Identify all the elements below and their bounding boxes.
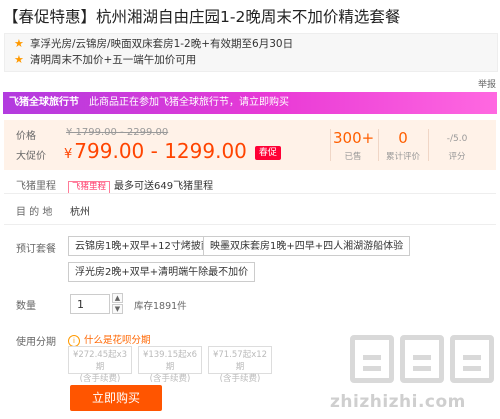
watermark-text: zhizhizhi.com [330, 392, 466, 412]
promo-text: 清明周末不加价+五一端午加价可用 [30, 54, 197, 66]
divider [428, 129, 429, 161]
buy-now-button[interactable]: 立即购买 [70, 385, 162, 411]
installment-note: (含手续费) [79, 374, 121, 384]
destination-value: 杭州 [70, 207, 90, 218]
mileage-row: 飞猪里程 最多可送649飞猪里程 [68, 177, 213, 194]
package-option[interactable]: 映墨双床套房1晚+四早+四人湘湖游船体验 [203, 236, 411, 256]
promo-price-value: 799.00 - 1299.00 [74, 139, 247, 163]
installment-price: ¥272.45起x3期 [72, 350, 128, 372]
installment-help-text: 什么是花呗分期 [84, 335, 151, 346]
promo-item: ★ 清明周末不加价+五一端午加价可用 [14, 51, 196, 69]
installment-price: ¥139.15起x6期 [142, 350, 198, 372]
installment-note: (含手续费) [219, 374, 261, 384]
quantity-label: 数量 [16, 301, 36, 312]
installment-label: 使用分期 [16, 337, 56, 348]
review-count[interactable]: 0 [383, 129, 423, 147]
installment-option[interactable]: ¥272.45起x3期 (含手续费) [68, 346, 132, 384]
review-label[interactable]: 累计评价 [378, 150, 428, 162]
promo-price: ¥799.00 - 1299.00 春促 [64, 139, 281, 163]
currency-symbol: ¥ [64, 147, 73, 162]
installment-price: ¥71.57起x12期 [212, 350, 268, 372]
banner-brand: 飞猪全球旅行节 [9, 97, 79, 108]
original-price-label: 价格 [16, 131, 36, 142]
quantity-decrease-button[interactable]: ▼ [112, 304, 123, 314]
promo-tag: 春促 [254, 145, 281, 160]
sales-count: 300+ [333, 129, 375, 147]
mileage-text: 最多可送649飞猪里程 [114, 181, 214, 192]
divider [4, 193, 496, 194]
destination-label: 目 的 地 [16, 207, 53, 218]
star-icon: ★ [14, 53, 24, 66]
package-option[interactable]: 云锦房1晚+双早+12寸烤披萨 [68, 236, 218, 256]
installment-help-link[interactable]: i 什么是花呗分期 [68, 332, 151, 347]
watermark-logo [350, 335, 500, 387]
watermark-glyph [350, 335, 394, 383]
promo-text: 享浮光房/云锦房/映面双床套房1-2晚+有效期至6月30日 [30, 38, 294, 50]
festival-banner[interactable]: 飞猪全球旅行节 此商品正在参加飞猪全球旅行节，请立即购买 [3, 92, 497, 114]
package-label: 预订套餐 [16, 244, 56, 255]
installment-note: (含手续费) [149, 374, 191, 384]
watermark-glyph [400, 335, 444, 383]
installment-option[interactable]: ¥71.57起x12期 (含手续费) [208, 346, 272, 384]
info-icon: i [68, 334, 80, 347]
banner-text: 此商品正在参加飞猪全球旅行节，请立即购买 [89, 97, 289, 108]
quantity-increase-button[interactable]: ▲ [112, 293, 123, 303]
report-link[interactable]: 举报 [478, 77, 496, 90]
promo-price-label: 大促价 [16, 151, 46, 162]
product-title: 【春促特惠】杭州湘湖自由庄园1-2晚周末不加价精选套餐 [3, 8, 401, 26]
sales-label: 已售 [344, 152, 362, 162]
quantity-input[interactable]: 1 [70, 294, 110, 314]
installment-option[interactable]: ¥139.15起x6期 (含手续费) [138, 346, 202, 384]
stock-text: 库存1891件 [134, 301, 187, 312]
rating-value: -/5.0 [446, 134, 468, 144]
rating-label: 评分 [448, 152, 466, 162]
original-price: ¥ 1799.00 - 2299.00 [66, 127, 169, 138]
watermark-glyph [450, 335, 494, 383]
mileage-label: 飞猪里程 [16, 181, 56, 192]
package-option[interactable]: 浮光房2晚+双早+清明端午除最不加价 [68, 262, 256, 282]
divider [4, 224, 496, 225]
